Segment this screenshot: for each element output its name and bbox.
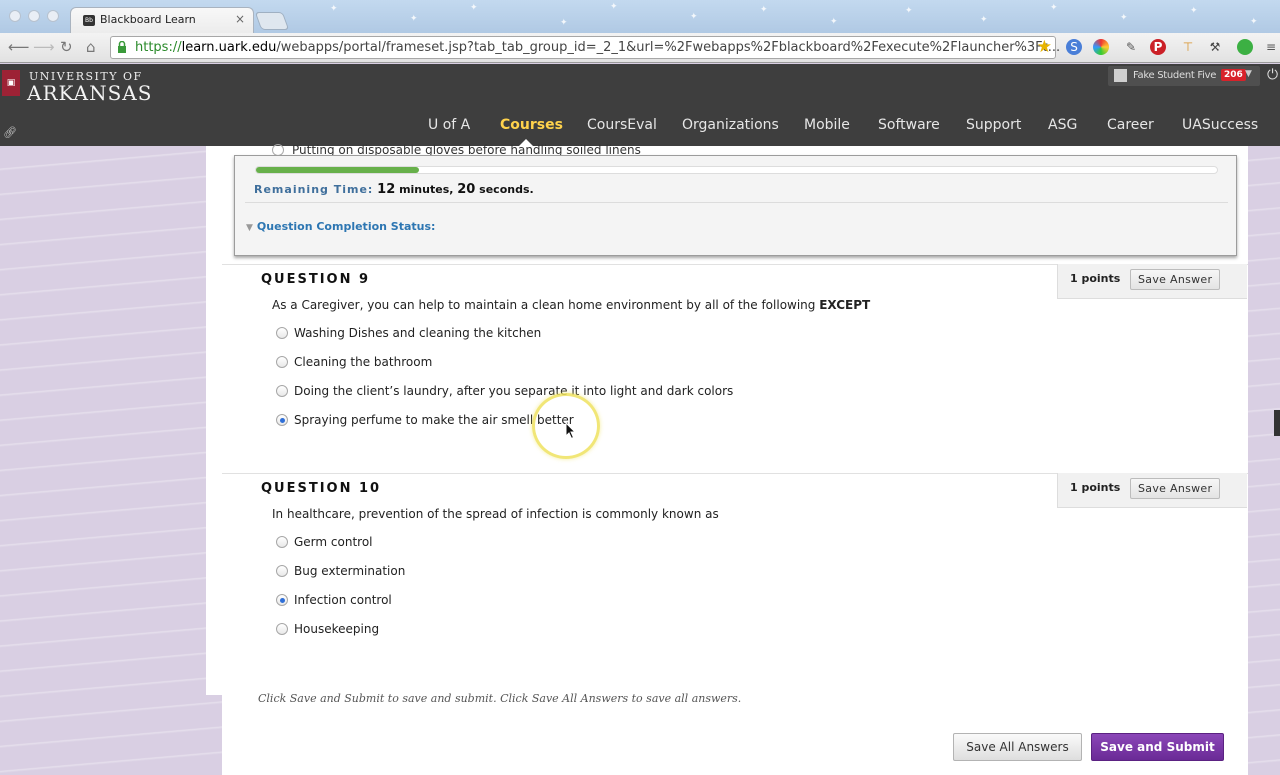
back-icon[interactable]: ⟵	[8, 38, 30, 56]
save-all-answers-button[interactable]: Save All Answers	[953, 733, 1082, 761]
blackboard-favicon-icon: Bb	[83, 15, 95, 26]
option-label[interactable]: Cleaning the bathroom	[294, 355, 432, 369]
nav-career[interactable]: Career	[1107, 117, 1154, 133]
browser-tab-bar: ✦ ✦ ✦ ✦ ✦ ✦ ✦ ✦ ✦ ✦ ✦ ✦ ✦ ✦ Bb Blackboard Learn…	[0, 0, 1280, 33]
question-10-text: In healthcare, prevention of the spread …	[272, 507, 719, 521]
radio-button-selected[interactable]	[276, 414, 288, 426]
time-progress-fill	[256, 167, 420, 173]
time-progress-bar	[255, 166, 1218, 174]
option-label[interactable]: Washing Dishes and cleaning the kitchen	[294, 326, 541, 340]
expand-triangle-icon: ▼	[246, 223, 253, 233]
remaining-time-label: Remaining Time:	[254, 183, 374, 196]
notification-badge[interactable]: 206	[1221, 69, 1246, 81]
question-9-emphasis: EXCEPT	[819, 298, 871, 312]
nav-courseval[interactable]: CoursEval	[587, 117, 657, 133]
extension-eyedropper-icon[interactable]: ✎	[1123, 39, 1139, 55]
lock-icon	[118, 41, 126, 53]
home-icon[interactable]: ⌂	[86, 38, 96, 56]
question-9-save-answer-button[interactable]: Save Answer	[1130, 269, 1221, 290]
extension-pinterest-icon[interactable]: P	[1150, 39, 1166, 55]
chevron-down-icon[interactable]: ▼	[1245, 69, 1252, 79]
nav-uasuccess[interactable]: UASuccess	[1182, 117, 1258, 133]
extension-skype-icon[interactable]: S	[1066, 39, 1082, 55]
radio-button[interactable]	[276, 623, 288, 635]
submit-instructions: Click Save and Submit to save and submit…	[258, 692, 742, 705]
radio-button[interactable]	[276, 356, 288, 368]
avatar	[1114, 69, 1127, 82]
seconds-unit: seconds.	[479, 183, 534, 196]
nav-software[interactable]: Software	[878, 117, 940, 133]
window-minimize-button[interactable]	[28, 10, 40, 22]
question-9-title: QUESTION 9	[261, 272, 371, 287]
radio-button[interactable]	[276, 565, 288, 577]
forward-icon[interactable]: ⟶	[33, 38, 55, 56]
question-10-points: 1 points	[1070, 481, 1121, 494]
radio-button[interactable]	[276, 536, 288, 548]
radio-button-selected[interactable]	[276, 594, 288, 606]
completion-status-label: Question Completion Status:	[256, 220, 436, 233]
extension-status-icon[interactable]	[1237, 39, 1253, 55]
option-label[interactable]: Doing the client’s laundry, after you se…	[294, 384, 733, 398]
user-name: Fake Student Five	[1133, 70, 1217, 81]
remaining-minutes: 12	[377, 182, 396, 197]
nav-courses[interactable]: Courses	[500, 117, 563, 133]
tab-close-icon[interactable]: ×	[235, 12, 245, 26]
logo-line2: ARKANSAS	[27, 81, 153, 105]
user-menu[interactable]: Fake Student Five 206 ▼	[1108, 66, 1260, 86]
browser-tab[interactable]: Bb Blackboard Learn ×	[70, 7, 254, 33]
question-completion-status-toggle[interactable]: ▼ Question Completion Status:	[246, 220, 435, 233]
url-text: https://learn.uark.edu/webapps/portal/fr…	[135, 40, 1061, 55]
option-label[interactable]: Germ control	[294, 535, 373, 549]
address-bar[interactable]: https://learn.uark.edu/webapps/portal/fr…	[110, 36, 1060, 59]
remaining-time: Remaining Time: 12 minutes, 20 seconds.	[254, 182, 534, 197]
option-label[interactable]: Bug extermination	[294, 564, 405, 578]
nav-asg[interactable]: ASG	[1048, 117, 1077, 133]
site-header: ▣ UNIVERSITY OF ARKANSAS Fake Student Fi…	[0, 64, 1280, 146]
nav-organizations[interactable]: Organizations	[682, 117, 779, 133]
question-9-points-box: 1 points Save Answer	[1057, 264, 1247, 299]
window-close-button[interactable]	[9, 10, 21, 22]
divider	[245, 202, 1228, 203]
extension-tag-icon[interactable]: ⊤	[1180, 39, 1196, 55]
question-9-points: 1 points	[1070, 272, 1121, 285]
tab-title: Blackboard Learn	[100, 13, 196, 26]
nav-support[interactable]: Support	[966, 117, 1021, 133]
question-10-title: QUESTION 10	[261, 481, 382, 496]
menu-icon[interactable]: ≡	[1263, 39, 1279, 55]
mouse-cursor-icon	[565, 422, 577, 440]
scrollbar-thumb[interactable]	[1274, 410, 1280, 436]
question-9-text: As a Caregiver, you can help to maintain…	[272, 298, 870, 312]
razorback-seal-icon: ▣	[2, 70, 20, 96]
minutes-unit: minutes,	[399, 183, 454, 196]
option-label[interactable]: Housekeeping	[294, 622, 379, 636]
extension-wrench-icon[interactable]: ⚒	[1207, 39, 1223, 55]
question-10-points-box: 1 points Save Answer	[1057, 473, 1247, 508]
option-label[interactable]: Infection control	[294, 593, 392, 607]
new-tab-button[interactable]	[254, 12, 290, 30]
question-10-save-answer-button[interactable]: Save Answer	[1130, 478, 1221, 499]
link-icon[interactable]: 🔗︎	[3, 126, 17, 139]
reload-icon[interactable]: ↻	[60, 38, 73, 56]
question-10-prompt: In healthcare, prevention of the spread …	[272, 507, 719, 521]
nav-u-of-a[interactable]: U of A	[428, 117, 470, 133]
power-icon[interactable]: ⏻	[1267, 67, 1278, 83]
question-9-prompt: As a Caregiver, you can help to maintain…	[272, 298, 820, 312]
test-timer-box: Remaining Time: 12 minutes, 20 seconds. …	[234, 155, 1237, 256]
window-zoom-button[interactable]	[47, 10, 59, 22]
radio-button[interactable]	[276, 327, 288, 339]
nav-mobile[interactable]: Mobile	[804, 117, 850, 133]
extension-color-icon[interactable]	[1093, 39, 1109, 55]
browser-toolbar: ⟵ ⟶ ↻ ⌂ https://learn.uark.edu/webapps/p…	[0, 33, 1280, 63]
remaining-seconds: 20	[457, 182, 476, 197]
radio-button[interactable]	[276, 385, 288, 397]
bookmark-star-icon[interactable]: ★	[1037, 37, 1052, 57]
save-and-submit-button[interactable]: Save and Submit	[1091, 733, 1224, 761]
